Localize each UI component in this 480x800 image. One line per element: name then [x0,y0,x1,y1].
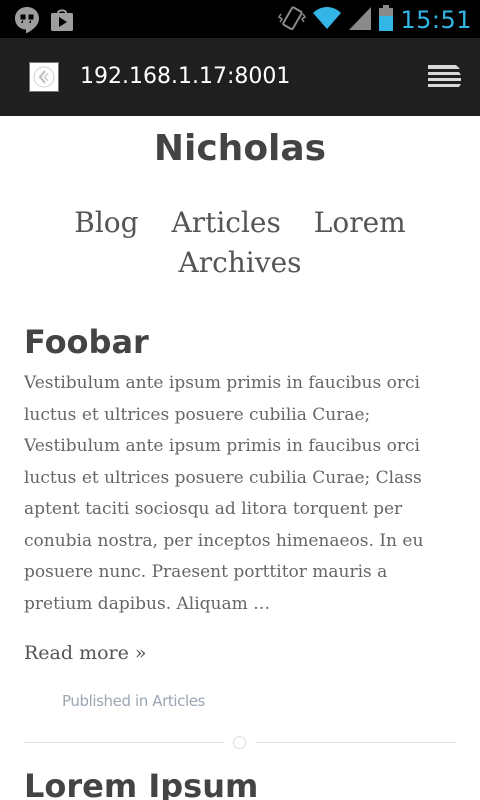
browser-toolbar: 192.168.1.17:8001 [0,38,480,116]
web-page: Nicholas Blog Articles Lorem Archives Fo… [0,116,480,800]
read-more-link[interactable]: Read more » [24,638,147,668]
notification-icons [14,6,74,38]
divider-circle-icon [233,736,246,749]
nav-item-lorem[interactable]: Lorem [314,203,406,243]
divider-line-right [256,742,456,743]
hangouts-icon [14,6,40,38]
post-excerpt: Vestibulum ante ipsum primis in faucibus… [24,373,424,614]
site-title[interactable]: Nicholas [0,126,480,172]
published-in-label[interactable]: Published in Articles [62,692,205,710]
signal-icon [348,5,372,35]
status-bar: 15:51 [0,0,480,38]
nav-item-archives[interactable]: Archives [178,243,301,283]
divider-line-left [24,742,224,743]
nav-item-articles[interactable]: Articles [171,203,280,243]
vibrate-icon [278,4,307,36]
wifi-icon [312,5,342,35]
play-store-icon [50,8,74,36]
post-title[interactable]: Lorem Ipsum [24,764,258,800]
clock: 15:51 [400,6,472,34]
post-title[interactable]: Foobar [24,320,149,364]
tabs-menu-icon[interactable] [426,62,462,92]
battery-icon [378,4,394,36]
system-icons: 15:51 [278,4,472,36]
url-bar[interactable]: 192.168.1.17:8001 [80,62,290,92]
nav-item-blog[interactable]: Blog [74,203,138,243]
site-favicon-icon[interactable] [29,62,59,92]
post-divider [24,736,456,749]
site-nav: Blog Articles Lorem Archives [40,203,440,283]
